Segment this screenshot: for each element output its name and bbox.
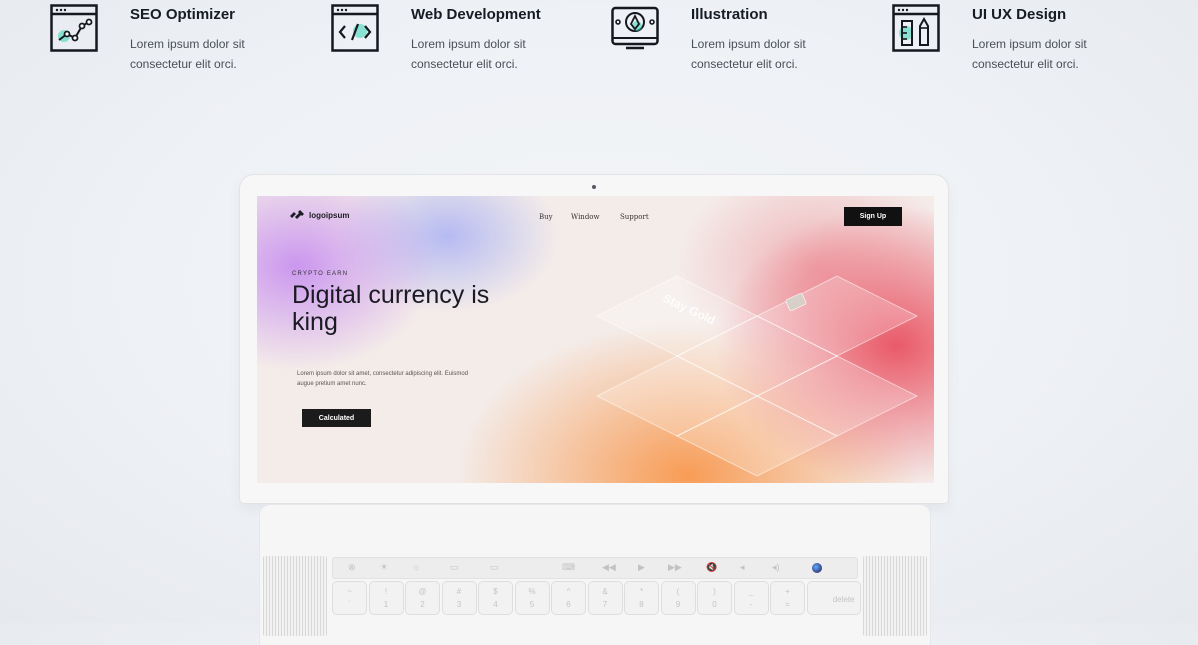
service-title: Web Development [411, 6, 541, 23]
laptop-screen: Stay Gold logoipsum Buy Window Support S… [257, 196, 934, 483]
service-description: Lorem ipsum dolor sit consectetur elit o… [691, 37, 806, 71]
keyboard-key[interactable]: _ - [734, 582, 768, 614]
keyboard-key[interactable]: @2 [406, 582, 439, 614]
logo-mark-icon [290, 210, 304, 219]
keyboard-key[interactable]: ! 1 [369, 582, 403, 614]
camera [592, 185, 596, 189]
volume-up-icon[interactable]: ◂) [772, 562, 780, 573]
services-row: SEO Optimizer Lorem ipsum dolor sit cons… [0, 0, 1198, 80]
service-title: SEO Optimizer [130, 6, 236, 23]
brightness-up-icon[interactable]: ☼ [412, 562, 420, 572]
keyboard-light-icon[interactable]: ⌨ [562, 562, 575, 573]
right-speaker-grille [863, 556, 927, 636]
screen-logo[interactable]: logoipsum [290, 210, 349, 220]
mission-control-icon[interactable]: ▭ [450, 562, 459, 573]
code-window-icon [331, 4, 379, 52]
service-title: UI UX Design [972, 6, 1067, 23]
delete-key[interactable]: delete [807, 582, 860, 614]
keyboard-key[interactable]: % 5 [515, 582, 549, 614]
service-title: Illustration [691, 6, 768, 23]
keyboard-key[interactable]: #3 [442, 582, 476, 614]
keyboard-key[interactable]: ^ 6 [552, 582, 585, 614]
left-speaker-grille [263, 556, 327, 636]
keyboard-key[interactable]: * 8 [625, 582, 658, 614]
nav-window[interactable]: Window [571, 213, 600, 221]
service-illustration: Illustration Lorem ipsum dolor sit conse… [611, 4, 861, 74]
service-ui-ux-design: UI UX Design Lorem ipsum dolor sit conse… [892, 4, 1142, 74]
isometric-cards-illustration: Stay Gold [595, 275, 919, 477]
esc-icon[interactable]: ⊗ [348, 562, 356, 573]
siri-icon[interactable] [812, 563, 822, 573]
brightness-down-icon[interactable]: ☀ [380, 562, 388, 573]
laptop-base: ⊗ ☀ ☼ ▭ ▭ ⌨ ◀◀ ▶ ▶▶ 🔇 ◂ ◂) ~ `! 1 @2 #3 $4% 5 ^… [260, 505, 930, 645]
launchpad-icon[interactable]: ▭ [490, 562, 499, 573]
service-seo: SEO Optimizer Lorem ipsum dolor sit cons… [50, 4, 300, 74]
touch-bar[interactable]: ⊗ ☀ ☼ ▭ ▭ ⌨ ◀◀ ▶ ▶▶ 🔇 ◂ ◂) [332, 557, 858, 579]
play-icon[interactable]: ▶ [638, 562, 645, 573]
service-description: Lorem ipsum dolor sit consectetur elit o… [130, 37, 245, 71]
nav-buy[interactable]: Buy [539, 213, 553, 221]
keyboard-key[interactable]: (9 [661, 582, 695, 614]
service-description: Lorem ipsum dolor sit consectetur elit o… [411, 37, 526, 71]
fast-forward-icon[interactable]: ▶▶ [668, 562, 682, 573]
rewind-icon[interactable]: ◀◀ [602, 562, 616, 573]
volume-down-icon[interactable]: ◂ [740, 562, 745, 573]
keyboard-key[interactable]: ~ ` [333, 582, 366, 614]
logo-text: logoipsum [309, 210, 350, 220]
keyboard-key[interactable]: & 7 [588, 582, 622, 614]
hero-body: Lorem ipsum dolor sit amet, consectetur … [297, 371, 469, 387]
laptop-lid: Stay Gold logoipsum Buy Window Support S… [240, 175, 948, 503]
service-web-development: Web Development Lorem ipsum dolor sit co… [331, 4, 581, 74]
keyboard-key[interactable]: + = [771, 582, 804, 614]
service-description: Lorem ipsum dolor sit consectetur elit o… [972, 37, 1087, 71]
calculated-button[interactable]: Calculated [302, 409, 371, 427]
pen-tool-monitor-icon [611, 6, 659, 50]
keyboard-key[interactable]: $4 [479, 582, 512, 614]
mute-icon[interactable]: 🔇 [706, 562, 717, 573]
keyboard-key[interactable]: ) 0 [698, 582, 731, 614]
design-tools-icon [892, 4, 940, 52]
hero-headline: Digital currency is king [292, 281, 490, 336]
sign-up-button[interactable]: Sign Up [844, 207, 902, 226]
nav-support[interactable]: Support [620, 213, 649, 221]
eyebrow-label: CRYPTO EARN [292, 271, 349, 277]
seo-chart-icon [50, 4, 98, 52]
